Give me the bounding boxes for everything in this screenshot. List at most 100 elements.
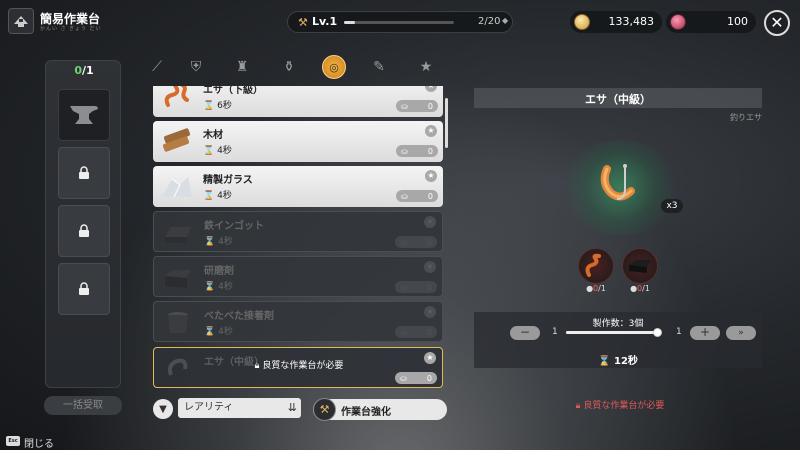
crafting-slot-locked[interactable]	[58, 147, 110, 199]
favorite-star-icon[interactable]: ★	[424, 261, 436, 273]
fishing-rod-icon: ⟋	[152, 59, 162, 75]
craft-min-value: 1	[552, 327, 558, 337]
coin-counter: 133,483	[570, 11, 662, 33]
recipe-stock: ⛀ 0	[395, 281, 437, 293]
slot-count-total: /1	[81, 64, 94, 77]
workbench-enhance-label: 作業台強化	[341, 407, 391, 418]
workbench-level-bar: ⚒ Lv.1 2/20 ◆	[287, 11, 513, 33]
tab-bag[interactable]: ⚱	[278, 56, 300, 78]
hourglass-icon: ⌛	[203, 146, 215, 156]
recipe-list[interactable]: エサ（下級） ⌛ 6秒 ★ ⛀0 木材 ⌛ 4秒 ★ ⛀0 精製ガラス ⌛ 4秒…	[153, 86, 445, 388]
max-quantity-button[interactable]: »	[726, 326, 756, 340]
favorite-star-icon[interactable]: ★	[425, 86, 437, 92]
crafting-slots-panel: 0/1	[45, 60, 121, 388]
esc-key-hint[interactable]: Esc	[6, 436, 20, 446]
workbench-enhance-button[interactable]: ⚒ 作業台強化	[313, 398, 447, 421]
lock-icon: 🔒︎	[254, 361, 260, 371]
favorite-star-icon[interactable]: ★	[425, 125, 437, 137]
craft-slider-fill	[566, 331, 658, 334]
level-progress-count: 2/20	[478, 16, 501, 27]
sort-order-icon[interactable]: ⇊	[288, 398, 297, 418]
minus-icon: −	[519, 325, 531, 339]
output-quantity: x3	[661, 199, 683, 213]
tab-scroll[interactable]: ✎	[368, 56, 390, 78]
craft-time: ⌛ 12秒	[598, 356, 638, 367]
recipe-row[interactable]: 木材 ⌛ 4秒 ★ ⛀ 0	[153, 121, 443, 162]
favorite-star-icon[interactable]: ★	[424, 216, 436, 228]
mat-status-icon: ●	[630, 284, 638, 293]
coin-icon	[574, 14, 590, 30]
recipe-stock: ⛀ 0	[396, 190, 438, 202]
increase-button[interactable]: +	[690, 326, 720, 340]
recipe-row[interactable]: エサ（下級） ⌛ 6秒 ★ ⛀0	[153, 86, 443, 117]
detail-item-category: 釣りエサ	[730, 113, 762, 122]
recipe-stock: ⛀ 0	[396, 100, 438, 112]
recipe-stock: ⛀ 0	[395, 236, 437, 248]
recipe-stock: ⛀ 0	[395, 326, 437, 338]
recipe-time: ⌛ 4秒	[204, 282, 233, 292]
recipe-row[interactable]: べたべた接着剤 ⌛ 4秒 ★ ⛀ 0	[153, 301, 443, 342]
material-slot[interactable]	[578, 248, 614, 284]
close-label[interactable]: 閉じる	[24, 435, 54, 450]
inventory-icon: ⛀	[400, 373, 407, 383]
level-info-icon[interactable]: ◆	[502, 16, 508, 25]
shrimp-bait-icon	[594, 158, 646, 210]
bait-icon: ◎	[329, 60, 339, 74]
craft-slider-handle[interactable]	[653, 328, 662, 337]
detail-item-name: エサ（中級）	[585, 93, 651, 106]
recipe-row-selected[interactable]: エサ（中級） ★ ⛀ 0 🔒︎ 良質な作業台が必要	[153, 347, 443, 388]
material-count: ●0/1	[630, 284, 650, 293]
detail-header: エサ（中級）	[474, 88, 762, 108]
glue-bucket-icon	[158, 304, 198, 340]
recipe-time: ⌛ 6秒	[203, 101, 232, 111]
crafting-slot-empty[interactable]	[58, 89, 110, 141]
recipe-time: ⌛ 4秒	[204, 327, 233, 337]
recipe-time: ⌛ 4秒	[203, 191, 232, 201]
anvil-upgrade-icon: ⚒	[313, 398, 336, 421]
recipe-list-scrollbar[interactable]	[445, 98, 448, 148]
tab-bait[interactable]: ◎	[322, 55, 346, 79]
gem-counter: 100	[666, 11, 756, 33]
material-slot[interactable]	[622, 248, 658, 284]
recipe-row[interactable]: 鉄インゴット ⌛ 4秒 ★ ⛀ 0	[153, 211, 443, 252]
inventory-icon: ⛀	[401, 101, 408, 111]
decrease-button[interactable]: −	[510, 326, 540, 340]
hourglass-icon: ⌛	[204, 282, 216, 292]
inventory-icon: ⛀	[401, 191, 408, 201]
favorite-star-icon[interactable]: ★	[424, 306, 436, 318]
scroll-icon: ✎	[373, 59, 385, 75]
close-button[interactable]: ✕	[764, 10, 790, 36]
anvil-level-icon: ⚒	[298, 16, 308, 29]
gem-icon	[670, 14, 686, 30]
lock-icon	[79, 224, 89, 237]
level-progress-fill	[344, 21, 355, 24]
hourglass-icon: ⌛	[203, 191, 215, 201]
shield-icon: ⛨	[190, 59, 202, 75]
craft-quantity-panel: 製作数：3個 − 1 1 + » ⌛ 12秒	[474, 312, 762, 368]
hourglass-icon: ⌛	[204, 237, 216, 247]
inventory-icon: ⛀	[400, 237, 407, 247]
filter-button[interactable]: ▼	[153, 399, 173, 419]
crafting-slot-locked[interactable]	[58, 205, 110, 257]
craft-quantity-slider[interactable]	[566, 328, 662, 337]
slot-count-current: 0	[74, 64, 82, 77]
rarity-sort-select[interactable]: レアリティ ⇊	[178, 398, 301, 418]
recipe-row[interactable]: 研磨剤 ⌛ 4秒 ★ ⛀ 0	[153, 256, 443, 297]
collect-all-button[interactable]: 一括受取	[44, 396, 122, 415]
tab-fishing-rod[interactable]: ⟋	[146, 56, 168, 78]
slot-count: 0/1	[46, 64, 122, 77]
recipe-time: ⌛ 4秒	[204, 237, 233, 247]
tab-armor[interactable]: ♜	[231, 56, 253, 78]
tab-shield[interactable]: ⛨	[185, 56, 207, 78]
anvil-icon	[70, 106, 98, 124]
favorite-star-icon[interactable]: ★	[425, 170, 437, 182]
crafting-slot-locked[interactable]	[58, 263, 110, 315]
worm-icon	[585, 253, 601, 277]
tab-favorites[interactable]: ★	[415, 56, 437, 78]
requirement-notice: 🔒︎ 良質な作業台が必要	[254, 361, 344, 371]
bag-icon: ⚱	[283, 59, 295, 75]
close-icon: ✕	[770, 13, 784, 32]
recipe-row[interactable]: 精製ガラス ⌛ 4秒 ★ ⛀ 0	[153, 166, 443, 207]
hourglass-icon: ⌛	[204, 327, 216, 337]
inventory-icon: ⛀	[401, 146, 408, 156]
